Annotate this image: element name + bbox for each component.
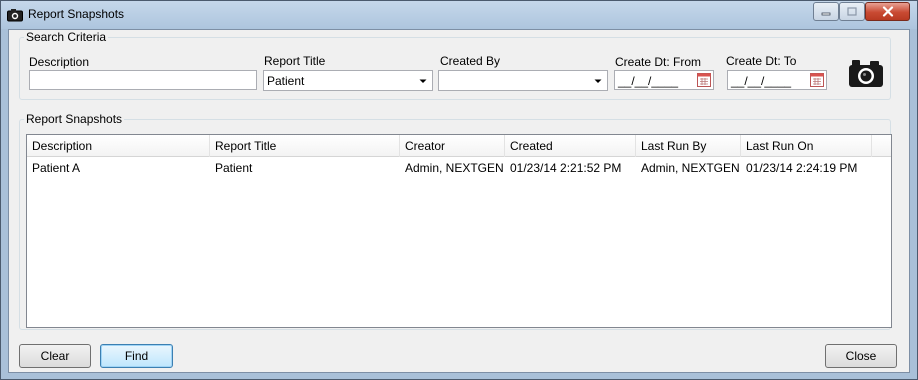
column-header-created[interactable]: Created	[505, 135, 636, 157]
table-cell: Admin, NEXTGEN	[405, 161, 504, 175]
close-icon	[882, 6, 893, 17]
created-by-dropdown[interactable]	[438, 70, 608, 91]
close-button[interactable]: Close	[825, 344, 897, 368]
created-by-label: Created By	[440, 54, 501, 68]
table-header: Description Report Title Creator Created…	[27, 135, 891, 157]
column-header-last-run-on[interactable]: Last Run On	[741, 135, 872, 157]
window-title: Report Snapshots	[28, 7, 125, 21]
maximize-icon	[847, 7, 857, 16]
title-bar[interactable]: Report Snapshots	[1, 1, 917, 29]
column-header-creator[interactable]: Creator	[400, 135, 505, 157]
report-title-label: Report Title	[264, 54, 326, 68]
camera-icon	[7, 8, 23, 22]
create-date-from-label: Create Dt: From	[615, 55, 702, 69]
chevron-down-icon	[419, 79, 427, 83]
report-snapshots-window: Report Snapshots Search Criteria Descrip…	[0, 0, 918, 380]
calendar-icon[interactable]	[810, 73, 824, 87]
close-window-button[interactable]	[865, 2, 910, 21]
column-header-last-run-by[interactable]: Last Run By	[636, 135, 741, 157]
maximize-button[interactable]	[839, 2, 865, 21]
create-date-to-label: Create Dt: To	[726, 54, 797, 68]
table-cell: 01/23/14 2:21:52 PM	[510, 161, 622, 175]
find-button[interactable]: Find	[100, 344, 173, 368]
table-cell: Admin, NEXTGEN	[641, 161, 740, 175]
create-date-to-value: __/__/____	[731, 74, 792, 88]
chevron-down-icon	[594, 79, 602, 83]
create-date-to-input[interactable]: __/__/____	[727, 70, 827, 90]
column-header-description[interactable]: Description	[27, 135, 210, 157]
report-snapshots-title: Report Snapshots	[26, 112, 123, 126]
search-criteria-title: Search Criteria	[26, 30, 107, 44]
table-cell: Patient A	[32, 161, 81, 175]
create-date-from-value: __/__/____	[618, 74, 679, 88]
table-cell: Patient	[215, 161, 253, 175]
camera-icon	[849, 60, 883, 87]
calendar-icon[interactable]	[697, 73, 711, 87]
description-label: Description	[29, 55, 90, 69]
column-header-report-title[interactable]: Report Title	[210, 135, 400, 157]
snapshots-table[interactable]: Description Report Title Creator Created…	[26, 134, 892, 328]
dialog-client-area: Search Criteria Description Report Title…	[8, 29, 910, 373]
create-date-from-input[interactable]: __/__/____	[614, 70, 714, 90]
table-cell: 01/23/14 2:24:19 PM	[746, 161, 858, 175]
clear-button[interactable]: Clear	[19, 344, 91, 368]
table-row[interactable]: Patient A Patient Admin, NEXTGEN 01/23/1…	[27, 158, 891, 178]
report-title-dropdown[interactable]: Patient	[263, 70, 433, 91]
report-title-value: Patient	[267, 74, 305, 88]
minimize-button[interactable]	[813, 2, 839, 21]
description-input[interactable]	[29, 70, 257, 90]
minimize-icon	[821, 12, 831, 15]
